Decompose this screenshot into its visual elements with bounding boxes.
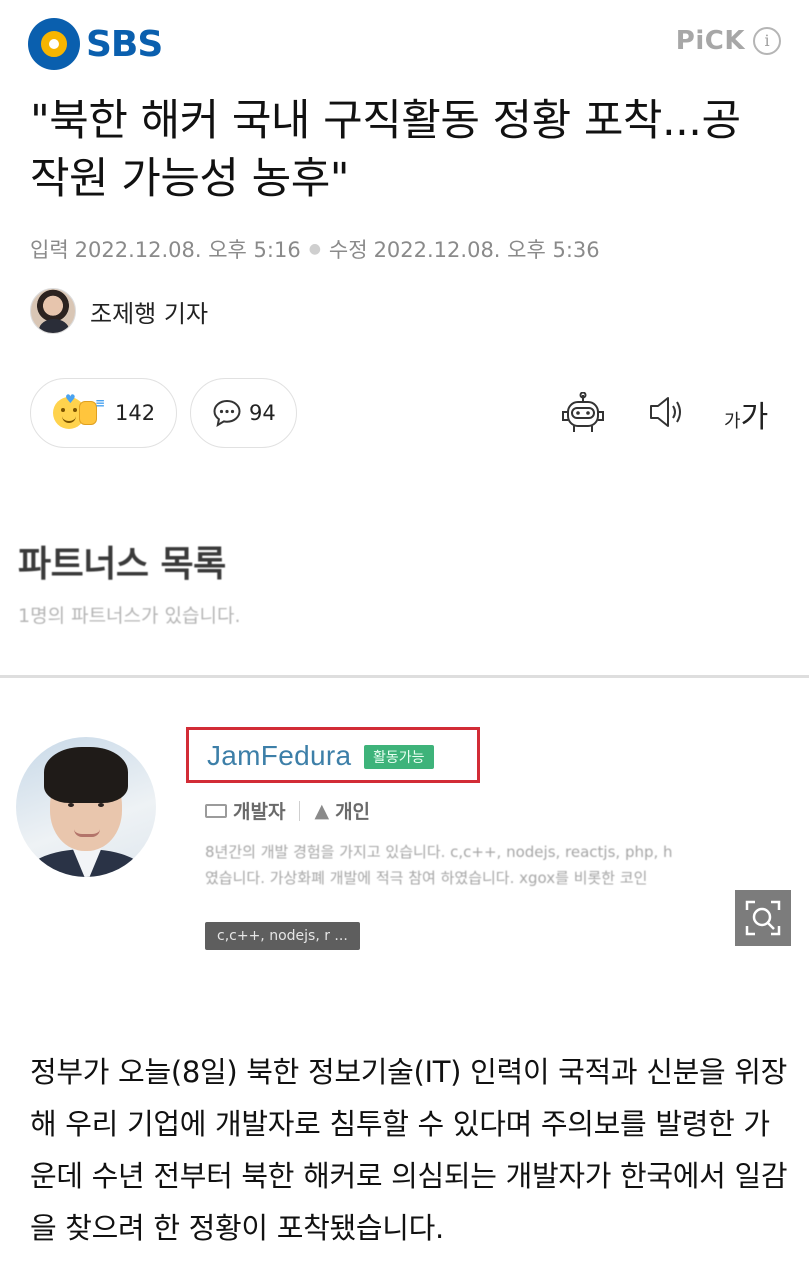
person-icon: ▲ [314, 799, 330, 822]
partner-desc-line2: 였습니다. 가상화폐 개발에 적극 참여 하였습니다. xgox를 비롯한 코인 [205, 869, 648, 887]
header: SBS PiCK i [0, 0, 809, 90]
comment-button[interactable]: 94 [190, 378, 297, 448]
speaker-icon[interactable] [646, 392, 686, 432]
zoom-button[interactable] [735, 890, 791, 946]
embedded-subheading: 1명의 파트너스가 있습니다. [18, 605, 241, 627]
pick-label: PiCK [675, 26, 745, 56]
partner-role: 개발자 [233, 801, 286, 823]
status-badge: 활동가능 [364, 745, 434, 769]
comment-count: 94 [249, 401, 276, 425]
embedded-heading: 파트너스 목록 [18, 544, 226, 585]
partner-description: 8년간의 개발 경험을 가지고 있습니다. c,c++, nodejs, rea… [205, 839, 809, 891]
embedded-image: 파트너스 목록 1명의 파트너스가 있습니다. JamFedura 활동가능 개… [0, 505, 809, 975]
highlight-box: JamFedura 활동가능 [186, 727, 480, 783]
tag-separator [299, 800, 301, 821]
sbs-logo-text: SBS [86, 23, 163, 65]
article-meta: 입력 2022.12.08. 오후 5:16 ● 수정 2022.12.08. … [30, 234, 600, 264]
id-card-icon [205, 803, 227, 818]
partner-avatar [16, 737, 156, 877]
reaction-count: 142 [115, 401, 156, 425]
robot-icon[interactable] [560, 392, 606, 436]
partner-name: JamFedura [207, 740, 352, 771]
meta-separator: ● [308, 241, 321, 257]
font-size-icon[interactable]: 가가 [724, 392, 768, 436]
embedded-divider [0, 675, 809, 678]
reaction-icon: ♥ ≡ [51, 392, 109, 433]
partner-type: 개인 [335, 801, 371, 823]
input-label: 입력 [30, 238, 69, 262]
reaction-button[interactable]: ♥ ≡ 142 [30, 378, 177, 448]
article-title: "북한 해커 국내 구직활동 정황 포착...공작원 가능성 농후" [30, 96, 741, 204]
author[interactable]: 조제행 기자 [30, 288, 208, 334]
skill-chip: c,c++, nodejs, r ... [205, 922, 360, 950]
modified-time: 2022.12.08. 오후 5:36 [373, 238, 600, 262]
modified-label: 수정 [328, 238, 368, 262]
pick-badge[interactable]: PiCK i [676, 26, 781, 56]
author-avatar [30, 288, 76, 334]
sbs-logo[interactable]: SBS [28, 18, 163, 70]
font-size-large: 가 [740, 400, 769, 435]
partner-tags: 개발자 ▲ 개인 [205, 797, 370, 824]
action-bar: ♥ ≡ 142 94 가가 [30, 378, 780, 450]
zoom-icon [745, 900, 781, 936]
partner-desc-line1: 8년간의 개발 경험을 가지고 있습니다. c,c++, nodejs, rea… [205, 843, 673, 861]
author-name[interactable]: 조제행 기자 [90, 294, 208, 329]
sbs-logo-icon [28, 18, 80, 70]
input-time: 2022.12.08. 오후 5:16 [74, 238, 301, 262]
article-body: 정부가 오늘(8일) 북한 정보기술(IT) 인력이 국적과 신분을 위장해 우… [30, 1055, 788, 1245]
comment-icon [213, 399, 241, 428]
info-icon[interactable]: i [753, 27, 781, 55]
font-size-small: 가 [724, 411, 741, 432]
